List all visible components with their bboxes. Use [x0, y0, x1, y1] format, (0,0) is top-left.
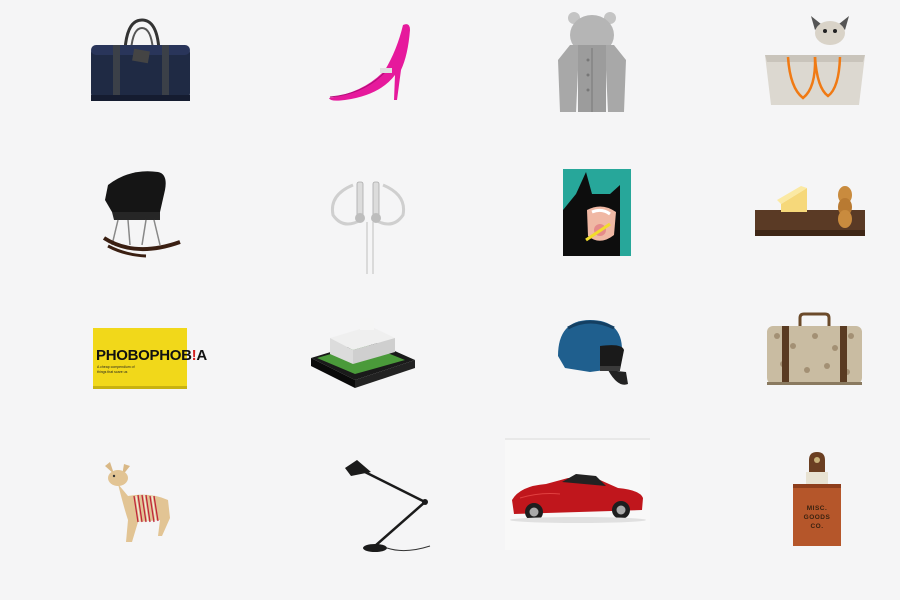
product-helmet[interactable]: [450, 288, 675, 438]
lego-villa-icon: [311, 318, 415, 388]
pink-stiletto-icon: [329, 24, 410, 101]
dog-tote-icon: [765, 16, 865, 105]
misc-goods-tag-icon: MISC. GOODS CO.: [793, 452, 841, 546]
product-pink-stiletto[interactable]: [225, 0, 450, 150]
phobophobia-book-icon: PHOBOPHOB!A A cheap compendium of things…: [93, 328, 208, 389]
product-red-sports-car[interactable]: [450, 438, 675, 588]
earphones-icon: [330, 181, 406, 274]
wooden-fawn-icon: [105, 462, 170, 542]
product-dog-tote[interactable]: [675, 0, 900, 150]
product-batman-art[interactable]: [450, 150, 675, 300]
desk-lamp-icon: [345, 460, 431, 552]
tag-line-1: MISC.: [807, 505, 828, 512]
book-title: PHOBOPHOB!A: [96, 347, 207, 364]
product-cheese-board[interactable]: [675, 150, 900, 300]
product-rocking-chair[interactable]: [0, 150, 225, 300]
product-misc-goods-tag[interactable]: MISC. GOODS CO.: [675, 438, 900, 588]
book-subtitle-1: A cheap compendium of: [97, 365, 135, 369]
duffel-bag-icon: [91, 18, 190, 101]
product-bear-hoodie[interactable]: [450, 0, 675, 150]
product-phobophobia-book[interactable]: PHOBOPHOB!A A cheap compendium of things…: [0, 288, 225, 438]
product-desk-lamp[interactable]: [225, 438, 450, 588]
product-lego-villa[interactable]: [225, 288, 450, 438]
tag-line-3: CO.: [810, 523, 823, 530]
rocking-chair-icon: [102, 171, 181, 258]
product-earphones[interactable]: [225, 150, 450, 300]
batman-art-icon: [563, 169, 631, 256]
bear-hoodie-icon: [558, 12, 626, 112]
product-duffel-bag[interactable]: [0, 0, 225, 150]
cheese-board-icon: [755, 186, 865, 236]
helmet-icon: [558, 320, 628, 385]
book-subtitle-2: things that scare us: [97, 370, 128, 374]
red-sports-car-icon: [505, 438, 650, 550]
floral-suitcase-icon: [767, 312, 862, 385]
product-wooden-fawn[interactable]: [0, 438, 225, 588]
product-grid: PHOBOPHOB!A A cheap compendium of things…: [0, 0, 900, 600]
tag-line-2: GOODS: [804, 514, 831, 521]
product-floral-suitcase[interactable]: [675, 288, 900, 438]
